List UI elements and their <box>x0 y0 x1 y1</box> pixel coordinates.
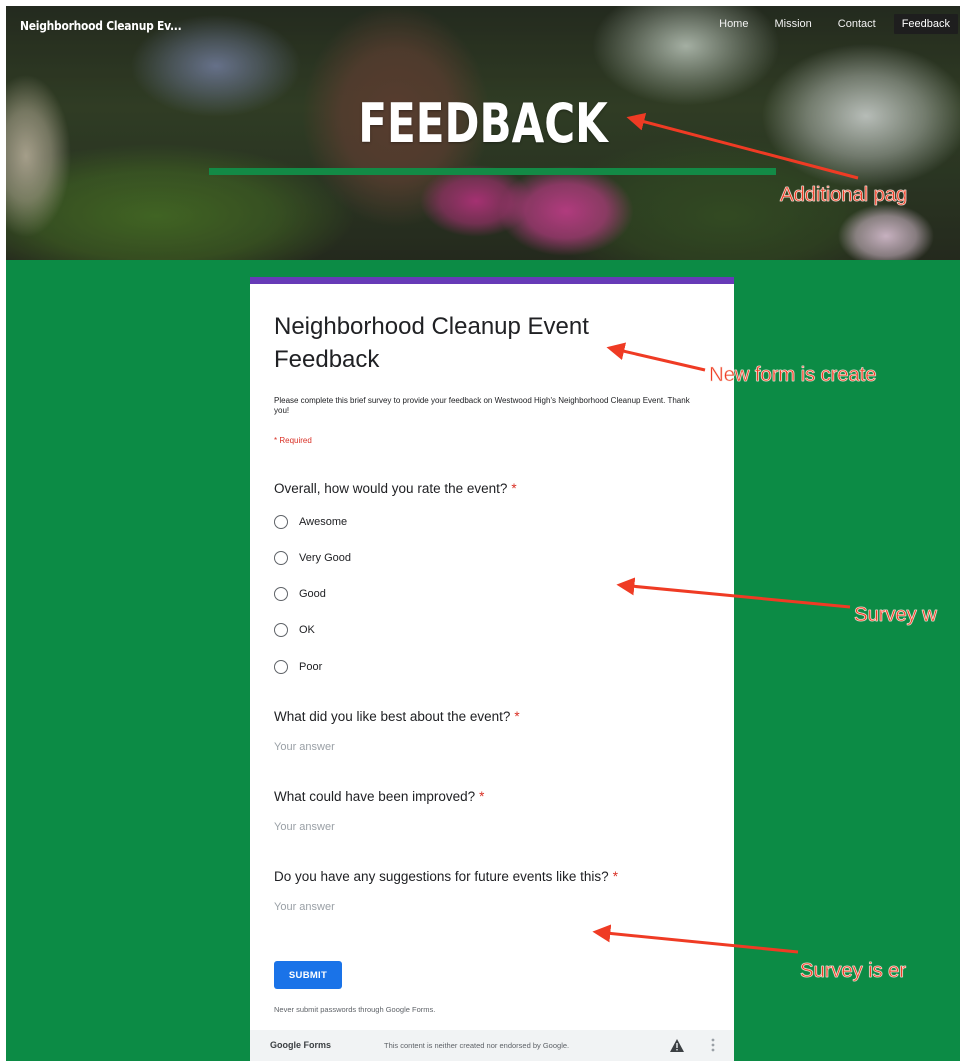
submit-button[interactable]: SUBMIT <box>274 961 342 989</box>
radio-unchecked-icon[interactable] <box>274 515 288 529</box>
nav-home[interactable]: Home <box>711 14 756 34</box>
option-label: Good <box>299 588 326 600</box>
form-footer: Google Forms This content is neither cre… <box>250 1030 734 1061</box>
radio-unchecked-icon[interactable] <box>274 623 288 637</box>
option-label: Poor <box>299 661 323 673</box>
required-star: * <box>514 709 520 724</box>
answer-field-2[interactable]: Your answer <box>274 741 335 753</box>
option-label: Awesome <box>299 516 348 528</box>
form-description: Please complete this brief survey to pro… <box>274 396 690 415</box>
answer-field-3[interactable]: Your answer <box>274 821 335 833</box>
question-4-text: Do you have any suggestions for future e… <box>274 869 609 884</box>
nav-feedback[interactable]: Feedback <box>893 14 958 34</box>
answer-field-4[interactable]: Your answer <box>274 901 335 913</box>
top-nav: Home Mission Contact Feedback <box>701 14 958 34</box>
kebab-menu-icon[interactable] <box>711 1038 715 1052</box>
footer-disclaimer: This content is neither created nor endo… <box>384 1041 570 1050</box>
heading-underline <box>209 168 776 175</box>
annotation-additional-page: Additional pag <box>780 183 908 207</box>
radio-unchecked-icon[interactable] <box>274 660 288 674</box>
question-3-text: What could have been improved? <box>274 789 476 804</box>
question-2: What did you like best about the event? * <box>274 709 520 724</box>
page-heading: FEEDBACK <box>358 92 608 155</box>
site-title[interactable]: Neighborhood Cleanup Ev... <box>20 18 182 33</box>
question-1: Overall, how would you rate the event? * <box>274 481 517 496</box>
hero-header: Neighborhood Cleanup Ev... Home Mission … <box>6 6 960 260</box>
google-forms-logo[interactable]: Google Forms <box>270 1040 331 1050</box>
radio-unchecked-icon[interactable] <box>274 551 288 565</box>
form-title: Neighborhood Cleanup Event Feedback <box>274 313 589 373</box>
required-star: * <box>612 869 618 884</box>
google-form-embed: Neighborhood Cleanup Event Feedback Plea… <box>250 277 734 1061</box>
nav-contact[interactable]: Contact <box>830 14 884 34</box>
question-3: What could have been improved? * <box>274 789 484 804</box>
option-poor[interactable]: Poor <box>274 660 322 674</box>
annotation-survey-embedded: Survey is er <box>800 959 907 983</box>
question-1-text: Overall, how would you rate the event? <box>274 481 508 496</box>
required-note: * Required <box>274 436 312 445</box>
option-label: OK <box>299 624 315 636</box>
option-very-good[interactable]: Very Good <box>274 551 351 565</box>
annotation-new-form: New form is create <box>709 363 877 387</box>
question-2-text: What did you like best about the event? <box>274 709 511 724</box>
option-ok[interactable]: OK <box>274 623 315 637</box>
radio-unchecked-icon[interactable] <box>274 587 288 601</box>
question-4: Do you have any suggestions for future e… <box>274 869 618 884</box>
option-awesome[interactable]: Awesome <box>274 515 347 529</box>
warning-icon[interactable] <box>670 1039 684 1052</box>
option-good[interactable]: Good <box>274 587 326 601</box>
annotation-survey: Survey w <box>854 603 938 627</box>
nav-mission[interactable]: Mission <box>766 14 819 34</box>
required-star: * <box>479 789 485 804</box>
password-warning: Never submit passwords through Google Fo… <box>274 1005 436 1014</box>
required-star: * <box>511 481 517 496</box>
option-label: Very Good <box>299 552 351 564</box>
